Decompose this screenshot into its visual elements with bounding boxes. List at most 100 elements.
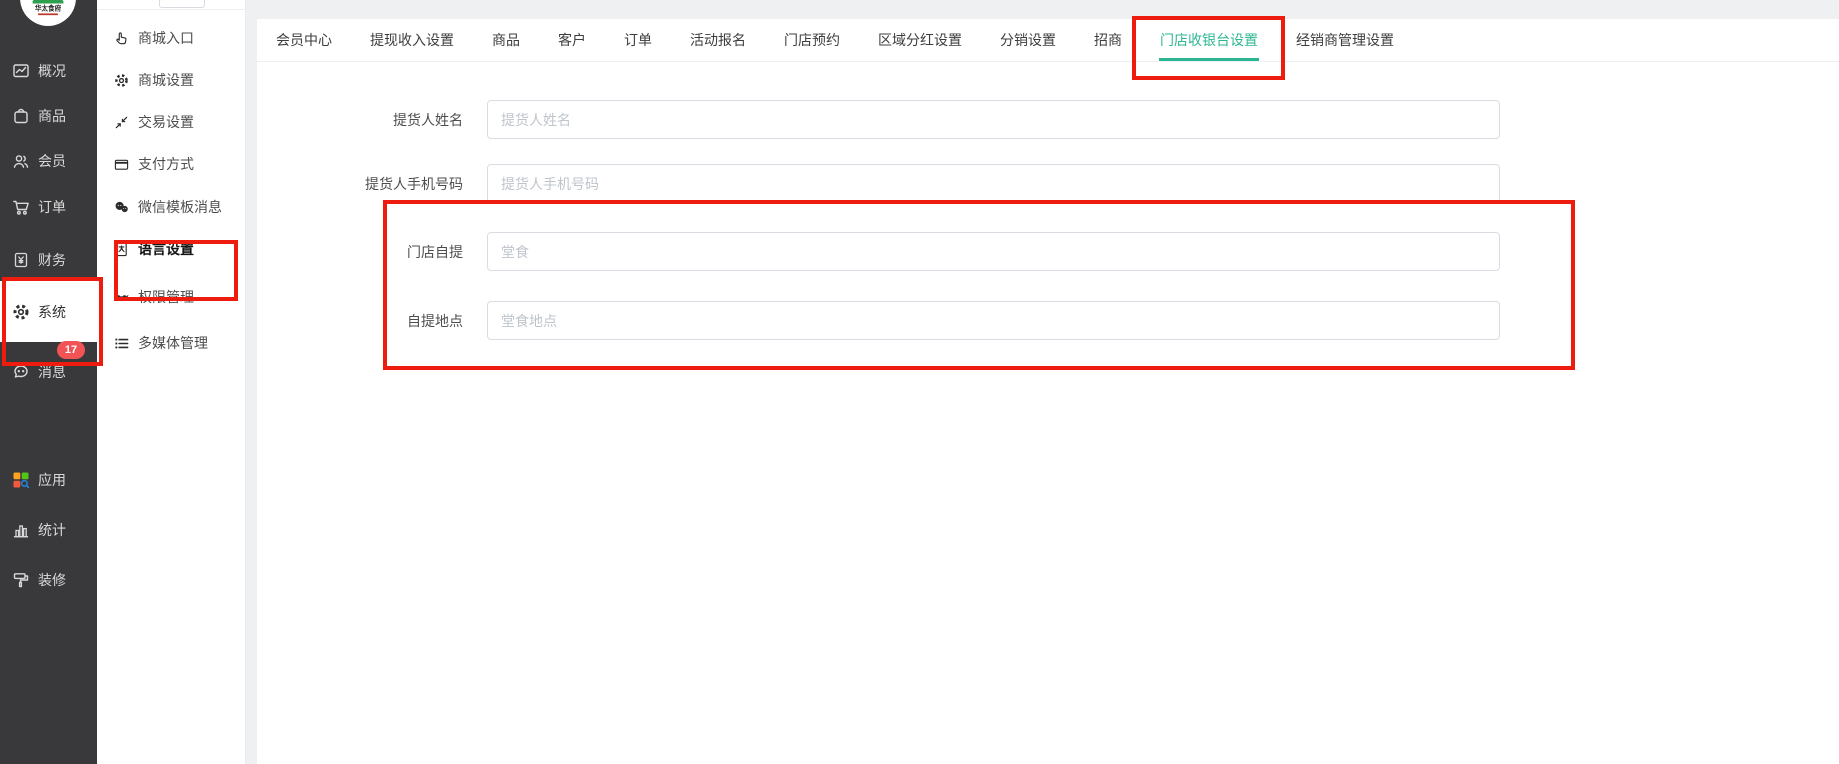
submenu-item-label: 支付方式 bbox=[138, 154, 194, 174]
trade-arrows-icon bbox=[113, 114, 129, 130]
tab-label: 分销设置 bbox=[1000, 30, 1056, 50]
submenu-item-permissions[interactable]: 权限管理 bbox=[97, 277, 246, 317]
submenu-item-label: 权限管理 bbox=[138, 287, 194, 307]
overview-icon bbox=[12, 62, 30, 80]
sidebar-item-finance[interactable]: 财务 bbox=[0, 240, 97, 280]
sidebar-item-label: 概况 bbox=[38, 61, 66, 81]
tab-label: 经销商管理设置 bbox=[1296, 30, 1394, 50]
goods-icon bbox=[12, 107, 30, 125]
submenu-item-trade-settings[interactable]: 交易设置 bbox=[97, 102, 246, 142]
apps-grid-icon bbox=[12, 471, 30, 489]
sidebar-item-label: 统计 bbox=[38, 520, 66, 540]
tab-store-cashier-settings[interactable]: 门店收银台设置 bbox=[1147, 19, 1271, 61]
stats-bars-icon bbox=[12, 521, 30, 539]
tab-activity-signup[interactable]: 活动报名 bbox=[677, 19, 759, 61]
submenu-item-language-settings[interactable]: 语言设置 bbox=[97, 229, 246, 269]
tab-label: 提现收入设置 bbox=[370, 30, 454, 50]
tab-member-center[interactable]: 会员中心 bbox=[263, 19, 345, 61]
brand-logo-art: 华太食府 bbox=[26, 0, 70, 20]
members-icon bbox=[12, 152, 30, 170]
form-row-store-self-pickup: 门店自提 bbox=[257, 232, 1839, 271]
submenu-item-payment-methods[interactable]: 支付方式 bbox=[97, 144, 246, 184]
sidebar-item-goods[interactable]: 商品 bbox=[0, 96, 97, 136]
svg-text:华太食府: 华太食府 bbox=[35, 4, 62, 13]
sidebar-item-label: 商品 bbox=[38, 106, 66, 126]
mall-entry-hand-icon bbox=[113, 30, 129, 46]
tab-distribution-settings[interactable]: 分销设置 bbox=[987, 19, 1069, 61]
tab-label: 订单 bbox=[624, 30, 652, 50]
sidebar-item-system[interactable]: 系统 bbox=[0, 292, 97, 332]
sidebar-item-overview[interactable]: 概况 bbox=[0, 51, 97, 91]
tab-customers[interactable]: 客户 bbox=[545, 19, 599, 61]
sidebar-item-decorate[interactable]: 装修 bbox=[0, 560, 97, 600]
pickup-location-label: 自提地点 bbox=[257, 311, 463, 331]
tab-regional-dividend-settings[interactable]: 区域分红设置 bbox=[865, 19, 975, 61]
form-row-pickup-name: 提货人姓名 bbox=[257, 100, 1839, 139]
gear-icon bbox=[113, 72, 129, 88]
pickup-name-input[interactable] bbox=[487, 100, 1500, 139]
submenu-top-divider bbox=[97, 9, 245, 10]
settings-tab-bar: 会员中心 提现收入设置 商品 客户 订单 活动报名 门店预约 区域分红设置 分销… bbox=[257, 19, 1839, 62]
tab-investment[interactable]: 招商 bbox=[1081, 19, 1135, 61]
tab-store-reservation[interactable]: 门店预约 bbox=[771, 19, 853, 61]
submenu-item-label: 商城设置 bbox=[138, 70, 194, 90]
media-list-icon bbox=[113, 335, 129, 351]
sidebar-item-label: 应用 bbox=[38, 470, 66, 490]
tab-withdraw-income-settings[interactable]: 提现收入设置 bbox=[357, 19, 467, 61]
sidebar-item-label: 系统 bbox=[38, 302, 66, 322]
submenu-item-label: 语言设置 bbox=[138, 239, 194, 259]
sidebar-item-apps[interactable]: 应用 bbox=[0, 460, 97, 500]
settings-content-card: 会员中心 提现收入设置 商品 客户 订单 活动报名 门店预约 区域分红设置 分销… bbox=[257, 19, 1839, 764]
pickup-phone-input[interactable] bbox=[487, 164, 1500, 203]
sidebar-item-label: 订单 bbox=[38, 197, 66, 217]
tab-label: 活动报名 bbox=[690, 30, 746, 50]
sidebar-item-orders[interactable]: 订单 bbox=[0, 187, 97, 227]
sidebar-item-members[interactable]: 会员 bbox=[0, 141, 97, 181]
credit-card-icon bbox=[113, 156, 129, 172]
permissions-glasses-icon bbox=[113, 289, 129, 305]
sidebar-item-label: 装修 bbox=[38, 570, 66, 590]
system-submenu: 商城入口 商城设置 交易设置 支付方式 bbox=[97, 0, 246, 764]
tab-label: 招商 bbox=[1094, 30, 1122, 50]
paint-roller-icon bbox=[12, 571, 30, 589]
orders-icon bbox=[12, 198, 30, 216]
tab-label: 会员中心 bbox=[276, 30, 332, 50]
vertical-gutter bbox=[246, 0, 257, 764]
wechat-bubbles-icon bbox=[113, 199, 129, 215]
finance-icon bbox=[12, 251, 30, 269]
clipped-element-fragment bbox=[159, 0, 205, 8]
main-sidebar: 华太食府 概况 商品 会员 订单 bbox=[0, 0, 97, 764]
sidebar-item-label: 消息 bbox=[38, 362, 66, 382]
tab-dealer-management-settings[interactable]: 经销商管理设置 bbox=[1283, 19, 1407, 61]
pickup-phone-label: 提货人手机号码 bbox=[257, 174, 463, 194]
submenu-item-label: 商城入口 bbox=[138, 28, 194, 48]
tab-label: 门店收银台设置 bbox=[1160, 30, 1258, 50]
top-gutter bbox=[246, 0, 1839, 19]
brand-logo: 华太食府 bbox=[20, 0, 76, 26]
pickup-name-label: 提货人姓名 bbox=[257, 110, 463, 130]
pickup-location-input[interactable] bbox=[487, 301, 1500, 340]
submenu-item-mall-entry[interactable]: 商城入口 bbox=[97, 18, 246, 58]
form-row-pickup-phone: 提货人手机号码 bbox=[257, 164, 1839, 203]
sidebar-item-messages[interactable]: 消息 bbox=[0, 352, 97, 392]
submenu-item-media-management[interactable]: 多媒体管理 bbox=[97, 323, 246, 363]
form-row-pickup-location: 自提地点 bbox=[257, 301, 1839, 340]
store-self-pickup-input[interactable] bbox=[487, 232, 1500, 271]
tab-label: 门店预约 bbox=[784, 30, 840, 50]
sidebar-item-label: 财务 bbox=[38, 250, 66, 270]
submenu-item-label: 交易设置 bbox=[138, 112, 194, 132]
tab-label: 客户 bbox=[558, 30, 586, 50]
submenu-item-mall-settings[interactable]: 商城设置 bbox=[97, 60, 246, 100]
sidebar-item-statistics[interactable]: 统计 bbox=[0, 510, 97, 550]
store-self-pickup-label: 门店自提 bbox=[257, 242, 463, 262]
submenu-item-label: 多媒体管理 bbox=[138, 333, 208, 353]
tab-goods[interactable]: 商品 bbox=[479, 19, 533, 61]
messages-icon bbox=[12, 363, 30, 381]
submenu-item-wechat-template-messages[interactable]: 微信模板消息 bbox=[97, 187, 246, 227]
tab-orders[interactable]: 订单 bbox=[611, 19, 665, 61]
tab-label: 区域分红设置 bbox=[878, 30, 962, 50]
system-gear-icon bbox=[12, 303, 30, 321]
system-notification-badge: 17 bbox=[57, 341, 85, 359]
sidebar-item-label: 会员 bbox=[38, 151, 66, 171]
submenu-item-label: 微信模板消息 bbox=[138, 197, 222, 217]
